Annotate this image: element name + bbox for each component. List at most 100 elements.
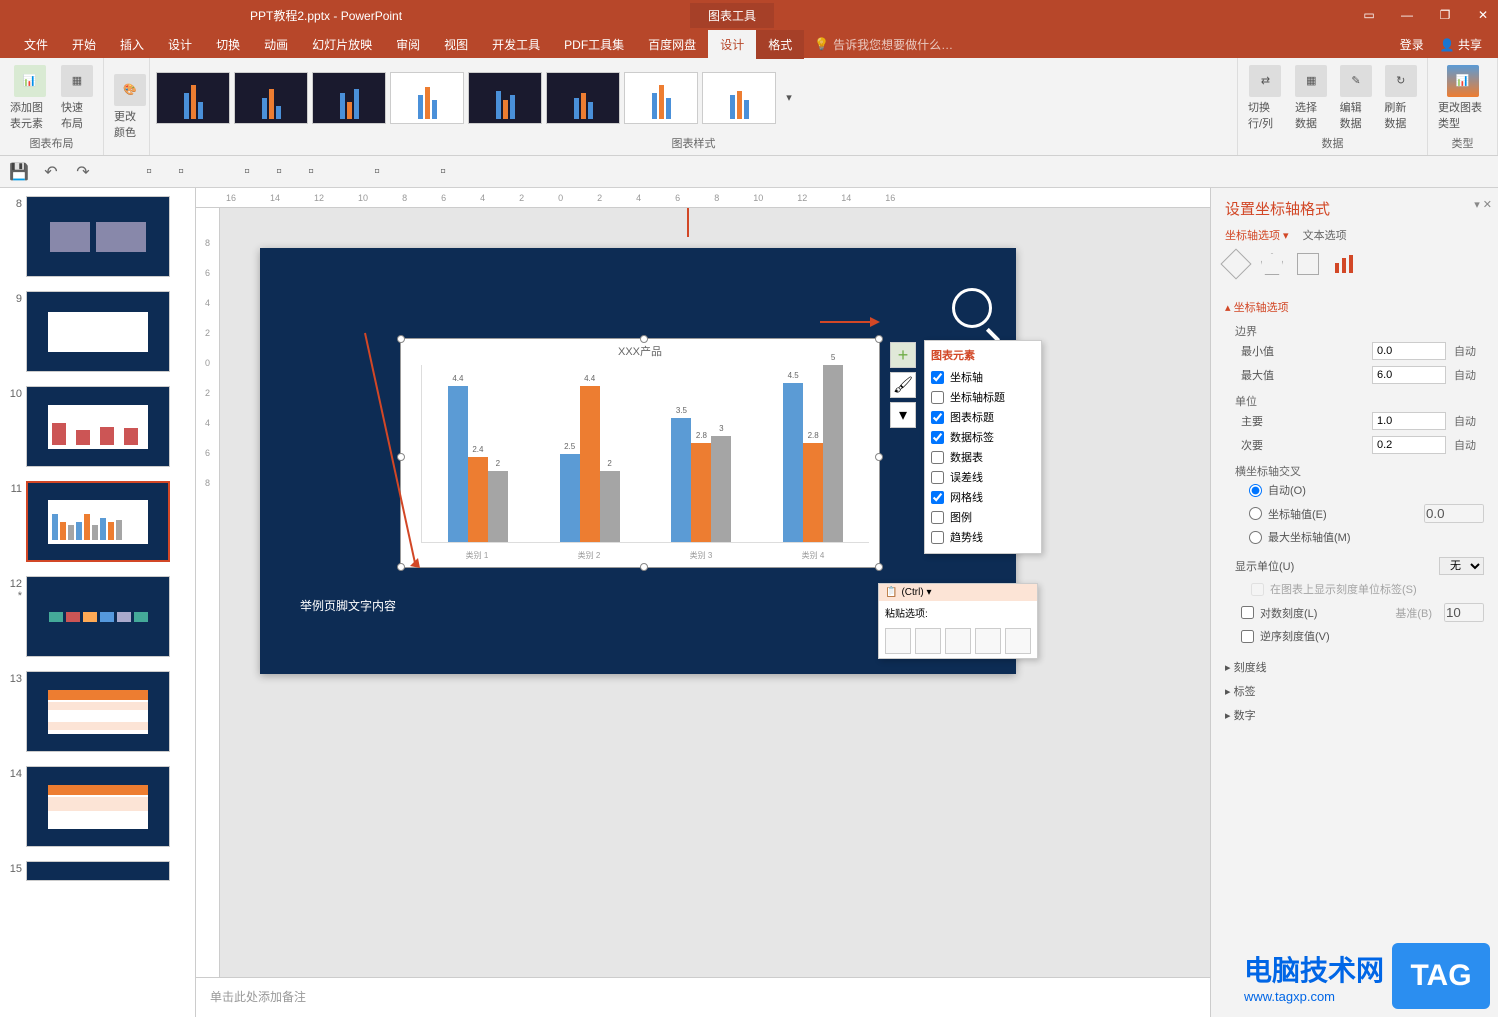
ribbon-display-icon[interactable]: ▭	[1362, 8, 1376, 22]
change-chart-type-button[interactable]: 📊更改图表类型	[1434, 63, 1491, 133]
current-slide[interactable]: XXX产品 4.4 2.4 2 2.5 4.4	[260, 248, 1016, 674]
tab-animations[interactable]: 动画	[252, 30, 300, 59]
slide-thumb-12[interactable]: 12*	[4, 576, 191, 657]
tell-me-input[interactable]: 告诉我您想要做什么…	[833, 36, 953, 53]
canvas[interactable]: XXX产品 4.4 2.4 2 2.5 4.4	[220, 208, 1210, 977]
radio-cross-at[interactable]: 坐标轴值(E)	[1225, 501, 1484, 526]
edit-data-button[interactable]: ✎编辑数据	[1336, 63, 1377, 133]
radio-cross-auto[interactable]: 自动(O)	[1225, 479, 1484, 501]
section-ticks[interactable]: ▸ 刻度线	[1225, 655, 1484, 679]
minimize-icon[interactable]: —	[1400, 8, 1414, 22]
section-axis-options[interactable]: ▴ 坐标轴选项	[1225, 295, 1484, 319]
chart-style-7[interactable]	[624, 72, 698, 124]
paste-option-4[interactable]	[975, 628, 1001, 654]
chart-filters-flyout-button[interactable]: ▾	[890, 402, 916, 428]
chk-error-bars[interactable]: 误差线	[931, 467, 1035, 487]
input-major[interactable]	[1372, 412, 1446, 430]
slide-thumb-9[interactable]: 9	[4, 291, 191, 372]
qat-btn-4[interactable]: ▫	[270, 163, 288, 181]
refresh-data-button[interactable]: ↻刷新数据	[1380, 63, 1421, 133]
tab-home[interactable]: 开始	[60, 30, 108, 59]
chart-style-1[interactable]	[156, 72, 230, 124]
chk-trendline[interactable]: 趋势线	[931, 527, 1035, 547]
share-button[interactable]: 👤 共享	[1440, 36, 1482, 53]
chk-reverse-order[interactable]: 逆序刻度值(V)	[1225, 625, 1484, 647]
pane-icon-effects[interactable]	[1261, 253, 1283, 275]
tab-developer[interactable]: 开发工具	[480, 30, 552, 59]
add-chart-element-button[interactable]: 📊添加图表元素	[6, 63, 53, 133]
chart-title[interactable]: XXX产品	[401, 339, 879, 363]
chk-legend[interactable]: 图例	[931, 507, 1035, 527]
qat-btn-3[interactable]: ▫	[238, 163, 256, 181]
tab-view[interactable]: 视图	[432, 30, 480, 59]
chart-elements-flyout-button[interactable]: +	[890, 342, 916, 368]
chart-plot-area[interactable]: 4.4 2.4 2 2.5 4.4 2 3.5	[421, 365, 869, 543]
qat-btn-2[interactable]: ▫	[172, 163, 190, 181]
notes-pane[interactable]: 单击此处添加备注	[196, 977, 1210, 1017]
pane-icon-fill[interactable]	[1220, 248, 1251, 279]
slide-thumb-10[interactable]: 10	[4, 386, 191, 467]
chart-styles-gallery[interactable]	[156, 72, 776, 124]
tab-review[interactable]: 审阅	[384, 30, 432, 59]
qat-btn-5[interactable]: ▫	[302, 163, 320, 181]
switch-row-col-button[interactable]: ⇄切换行/列	[1244, 63, 1287, 133]
chart-style-6[interactable]	[546, 72, 620, 124]
save-icon[interactable]: 💾	[10, 163, 28, 181]
qat-btn-1[interactable]: ▫	[140, 163, 158, 181]
slide-thumbnails-panel[interactable]: 8 9 10 11 12* 13 14 15	[0, 188, 196, 1017]
pane-icon-size[interactable]	[1297, 253, 1319, 275]
chk-data-table[interactable]: 数据表	[931, 447, 1035, 467]
paste-option-5[interactable]	[1005, 628, 1031, 654]
select-data-button[interactable]: ▦选择数据	[1291, 63, 1332, 133]
styles-more-button[interactable]: ▾	[780, 91, 798, 104]
pane-options-icon[interactable]: ▾ ✕	[1474, 198, 1492, 211]
slide-thumb-14[interactable]: 14	[4, 766, 191, 847]
chart-style-5[interactable]	[468, 72, 542, 124]
undo-icon[interactable]: ↶	[42, 163, 60, 181]
tab-design-chart[interactable]: 设计	[708, 30, 756, 59]
tab-baidu[interactable]: 百度网盘	[636, 30, 708, 59]
slide-thumb-11[interactable]: 11	[4, 481, 191, 562]
paste-option-3[interactable]	[945, 628, 971, 654]
quick-layout-button[interactable]: ▦快速布局	[57, 63, 97, 133]
login-button[interactable]: 登录	[1400, 36, 1424, 53]
tab-transitions[interactable]: 切换	[204, 30, 252, 59]
slide-thumb-8[interactable]: 8	[4, 196, 191, 277]
chk-chart-title[interactable]: 图表标题	[931, 407, 1035, 427]
paste-option-1[interactable]	[885, 628, 911, 654]
chk-log-scale[interactable]: 对数刻度(L)基准(B)	[1225, 600, 1484, 625]
pane-tab-axis-options[interactable]: 坐标轴选项 ▾	[1225, 227, 1289, 243]
paste-option-2[interactable]	[915, 628, 941, 654]
change-colors-button[interactable]: 🎨更改颜色	[110, 72, 150, 142]
tab-design-main[interactable]: 设计	[156, 30, 204, 59]
redo-icon[interactable]: ↷	[74, 163, 92, 181]
tab-pdf[interactable]: PDF工具集	[552, 30, 636, 59]
pane-icon-axis[interactable]	[1333, 253, 1355, 275]
restore-icon[interactable]: ❐	[1438, 8, 1452, 22]
pane-tab-text-options[interactable]: 文本选项	[1303, 227, 1347, 243]
slide-thumb-15[interactable]: 15	[4, 861, 191, 881]
chart-style-4[interactable]	[390, 72, 464, 124]
input-min[interactable]	[1372, 342, 1446, 360]
chart-style-2[interactable]	[234, 72, 308, 124]
input-minor[interactable]	[1372, 436, 1446, 454]
chart-category-axis[interactable]: 类别 1类别 2类别 3类别 4	[421, 550, 869, 561]
slide-footer-text[interactable]: 举例页脚文字内容	[300, 597, 396, 614]
section-labels[interactable]: ▸ 标签	[1225, 679, 1484, 703]
close-icon[interactable]: ✕	[1476, 8, 1490, 22]
section-number[interactable]: ▸ 数字	[1225, 703, 1484, 727]
slide-thumb-13[interactable]: 13	[4, 671, 191, 752]
chart-style-8[interactable]	[702, 72, 776, 124]
chk-data-labels[interactable]: 数据标签	[931, 427, 1035, 447]
qat-btn-7[interactable]: ▫	[434, 163, 452, 181]
chk-axes[interactable]: 坐标轴	[931, 367, 1035, 387]
qat-btn-6[interactable]: ▫	[368, 163, 386, 181]
chart-styles-flyout-button[interactable]: 🖌	[890, 372, 916, 398]
input-cross-value[interactable]	[1424, 504, 1484, 523]
chart-object[interactable]: XXX产品 4.4 2.4 2 2.5 4.4	[400, 338, 880, 568]
input-max[interactable]	[1372, 366, 1446, 384]
tab-slideshow[interactable]: 幻灯片放映	[300, 30, 384, 59]
chk-gridlines[interactable]: 网格线	[931, 487, 1035, 507]
paste-ctrl-button[interactable]: 📋 (Ctrl) ▾	[879, 584, 1037, 601]
select-display-unit[interactable]: 无	[1439, 557, 1484, 575]
